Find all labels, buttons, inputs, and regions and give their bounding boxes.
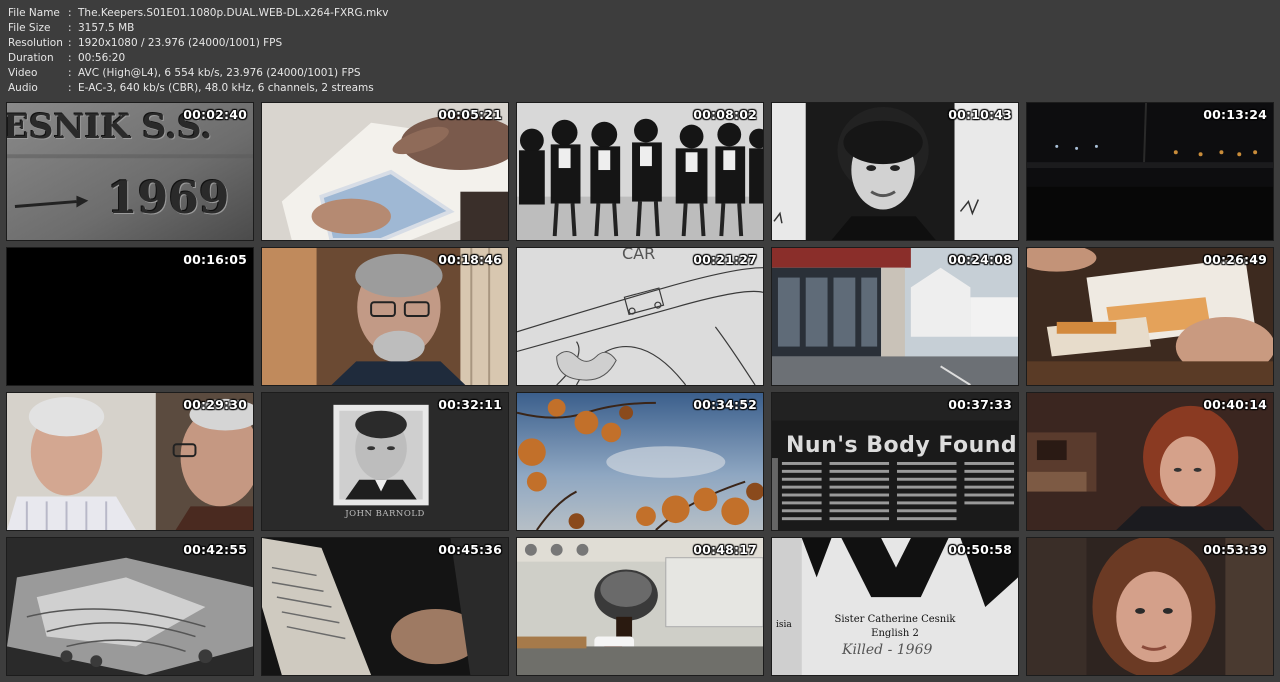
info-separator: : <box>68 52 72 64</box>
thumbnail-john-barnold-photo: JOHN BARNOLD 00:32:11 <box>261 392 509 531</box>
timestamp: 00:40:14 <box>1203 397 1267 412</box>
timestamp: 00:10:43 <box>948 107 1012 122</box>
thumbnail-black-frame: 00:16:05 <box>6 247 254 386</box>
info-value: 1920x1080 / 23.976 (24000/1001) FPS <box>78 37 283 49</box>
map-sketch-image <box>517 248 763 385</box>
autumn-leaves-image <box>517 393 763 530</box>
info-value: 3157.5 MB <box>78 22 135 34</box>
sketch-label: CAR <box>622 247 656 263</box>
info-separator: : <box>68 82 72 94</box>
night-street-image <box>1027 103 1273 240</box>
aerial-photo-image <box>7 538 253 675</box>
thumbnail-storefront: 00:24:08 <box>771 247 1019 386</box>
thumbnail-reading-newspaper: 00:45:36 <box>261 537 509 676</box>
info-label: Video <box>8 67 38 79</box>
info-separator: : <box>68 37 72 49</box>
card-class: English 2 <box>871 628 919 639</box>
handwritten-note: Killed - 1969 <box>842 642 933 658</box>
info-row-duration: Duration : 00:56:20 <box>8 51 908 66</box>
thumbnail-coffee-pot: 00:48:17 <box>516 537 764 676</box>
woman-interview-image <box>1027 393 1273 530</box>
timestamp: 00:18:46 <box>438 252 502 267</box>
timestamp: 00:53:39 <box>1203 542 1267 557</box>
timestamp: 00:16:05 <box>183 252 247 267</box>
timestamp: 00:08:02 <box>693 107 757 122</box>
newspaper-headline: Nun's Body Found I <box>786 433 1019 458</box>
info-label: File Name <box>8 7 60 19</box>
card-name: Sister Catherine Cesnik <box>834 614 956 625</box>
timestamp: 00:26:49 <box>1203 252 1267 267</box>
reading-newspaper-image <box>262 538 508 675</box>
timestamp: 00:45:36 <box>438 542 502 557</box>
thumbnail-map-sketch: CAR 00:21:27 <box>516 247 764 386</box>
thumbnail-autumn-leaves: 00:34:52 <box>516 392 764 531</box>
photo-caption: JOHN BARNOLD <box>345 509 425 519</box>
info-value: E-AC-3, 640 kb/s (CBR), 48.0 kHz, 6 chan… <box>78 82 374 94</box>
timestamp: 00:48:17 <box>693 542 757 557</box>
hands-tablet-image <box>262 103 508 240</box>
coffee-pot-image <box>517 538 763 675</box>
info-separator: : <box>68 22 72 34</box>
storefront-image <box>772 248 1018 385</box>
thumbnail-yearbook-portrait: 00:10:43 <box>771 102 1019 241</box>
info-row-filesize: File Size : 3157.5 MB <box>8 21 908 36</box>
timestamp: 00:37:33 <box>948 397 1012 412</box>
info-label: Audio <box>8 82 38 94</box>
timestamp: 00:24:08 <box>948 252 1012 267</box>
thumbnail-two-men: 00:29:30 <box>6 392 254 531</box>
info-label: Resolution <box>8 37 63 49</box>
media-info-header: File Name : The.Keepers.S01E01.1080p.DUA… <box>8 6 908 96</box>
schoolgirls-image <box>517 103 763 240</box>
timestamp: 00:42:55 <box>183 542 247 557</box>
timestamp: 00:13:24 <box>1203 107 1267 122</box>
thumbnail-yearbook-card: isia Sister Catherine Cesnik English 2 K… <box>771 537 1019 676</box>
yearbook-portrait-image <box>772 103 1018 240</box>
info-row-resolution: Resolution : 1920x1080 / 23.976 (24000/1… <box>8 36 908 51</box>
thumbnail-hands-tablet: 00:05:21 <box>261 102 509 241</box>
timestamp: 00:29:30 <box>183 397 247 412</box>
thumbnail-woman-interview: 00:40:14 <box>1026 392 1274 531</box>
thumbnail-schoolgirls: 00:08:02 <box>516 102 764 241</box>
thumbnail-old-man-interview: 00:18:46 <box>261 247 509 386</box>
carved-name: ESNIK S.S. <box>6 107 213 147</box>
thumbnail-papers-hands: 00:26:49 <box>1026 247 1274 386</box>
info-value: AVC (High@L4), 6 554 kb/s, 23.976 (24000… <box>78 67 361 79</box>
thumbnail-night-street: 00:13:24 <box>1026 102 1274 241</box>
info-separator: : <box>68 67 72 79</box>
info-label: Duration <box>8 52 54 64</box>
info-row-filename: File Name : The.Keepers.S01E01.1080p.DUA… <box>8 6 908 21</box>
papers-hands-image <box>1027 248 1273 385</box>
timestamp: 00:34:52 <box>693 397 757 412</box>
timestamp: 00:32:11 <box>438 397 502 412</box>
thumbnail-woman-closeup: 00:53:39 <box>1026 537 1274 676</box>
info-separator: : <box>68 7 72 19</box>
timestamp: 00:50:58 <box>948 542 1012 557</box>
info-row-video: Video : AVC (High@L4), 6 554 kb/s, 23.97… <box>8 66 908 81</box>
info-row-audio: Audio : E-AC-3, 640 kb/s (CBR), 48.0 kHz… <box>8 81 908 96</box>
woman-closeup-image <box>1027 538 1273 675</box>
thumbnail-grid: ESNIK S.S. 1969 00:02:40 00:05:21 00:08:… <box>6 102 1274 676</box>
newspaper-image <box>772 393 1018 530</box>
timestamp: 00:05:21 <box>438 107 502 122</box>
thumbnail-aerial-photo: 00:42:55 <box>6 537 254 676</box>
timestamp: 00:02:40 <box>183 107 247 122</box>
info-label: File Size <box>8 22 51 34</box>
timestamp: 00:21:27 <box>693 252 757 267</box>
thumbnail-gravestone: ESNIK S.S. 1969 00:02:40 <box>6 102 254 241</box>
old-man-interview-image <box>262 248 508 385</box>
carved-year: 1969 <box>107 173 230 224</box>
thumbnail-newspaper-headline: Nun's Body Found I 00:37:33 <box>771 392 1019 531</box>
info-value: The.Keepers.S01E01.1080p.DUAL.WEB-DL.x26… <box>78 7 389 19</box>
info-value: 00:56:20 <box>78 52 126 64</box>
two-men-image <box>7 393 253 530</box>
